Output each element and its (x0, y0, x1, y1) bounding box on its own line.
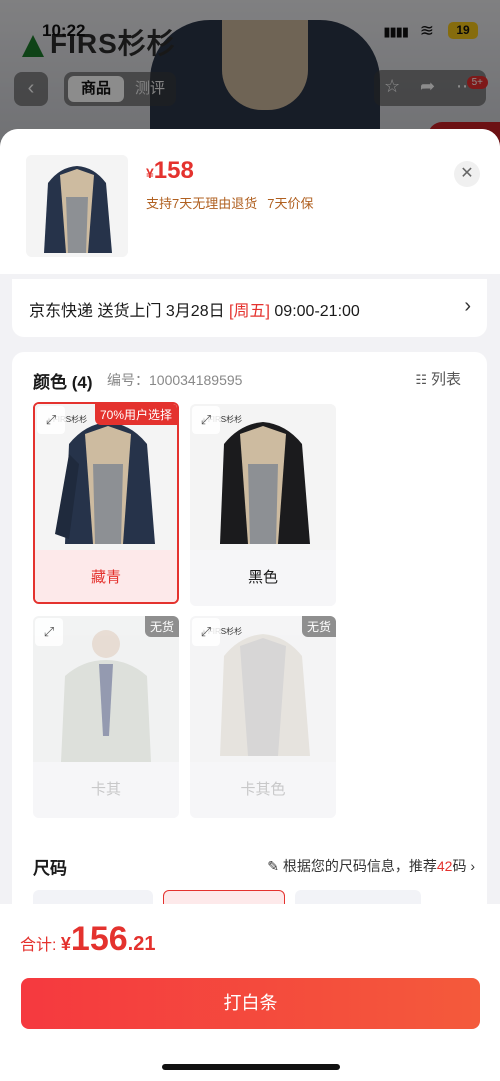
product-thumbnail[interactable] (26, 155, 128, 257)
size-recommendation[interactable]: ✎ 根据您的尺码信息，推荐42码 › (267, 856, 475, 876)
color-option-black[interactable]: ▲FIRS杉杉 ⤢ 黑色 (190, 404, 336, 606)
list-toggle-button[interactable]: ☷ 列表 (415, 368, 461, 389)
expand-icon[interactable]: ⤢ (37, 406, 65, 434)
out-of-stock-tag: 无货 (301, 616, 336, 637)
item-number: 编号：100034189595 (107, 372, 243, 388)
home-indicator[interactable] (162, 1064, 340, 1070)
delivery-row[interactable]: 京东快递 送货上门 3月28日 [周五] 09:00-21:00 › (12, 279, 487, 337)
popular-tag: 70%用户选择 (94, 404, 177, 425)
ruler-icon: ✎ (267, 858, 279, 874)
color-option-navy[interactable]: ▲FIRS杉杉 ⤢ 70%用户选择 藏青 (33, 402, 179, 604)
color-title: 颜色 (4) (33, 373, 93, 392)
expand-icon[interactable]: ⤢ (35, 618, 63, 646)
color-option-khaki-color[interactable]: ▲FIRS杉杉 ⤢ 无货 卡其色 (190, 616, 336, 818)
expand-icon[interactable]: ⤢ (192, 406, 220, 434)
chevron-right-icon: › (464, 295, 471, 317)
size-title: 尺码 (33, 859, 67, 878)
expand-icon[interactable]: ⤢ (192, 618, 220, 646)
color-label: 卡其 (33, 762, 179, 818)
color-label: 藏青 (35, 550, 177, 602)
service-promises: 支持7天无理由退货 7天价保 (146, 196, 314, 211)
out-of-stock-tag: 无货 (144, 616, 179, 637)
total-price: 合计: ¥156.21 (20, 920, 156, 958)
color-label: 黑色 (190, 550, 336, 606)
close-icon: ✕ (460, 165, 474, 182)
chevron-right-icon: › (470, 858, 475, 874)
checkout-bar: 合计: ¥156.21 打白条 (0, 904, 500, 1081)
sku-price: ¥158 (146, 157, 194, 184)
delivery-text: 京东快递 送货上门 3月28日 [周五] 09:00-21:00 (29, 303, 360, 320)
color-label: 卡其色 (190, 762, 336, 818)
list-icon: ☷ (415, 372, 427, 387)
close-button[interactable]: ✕ (454, 161, 480, 187)
sheet-header: ¥158 支持7天无理由退货 7天价保 ✕ (0, 129, 500, 274)
buy-button[interactable]: 打白条 (21, 978, 480, 1029)
color-option-khaki[interactable]: ⤢ 无货 卡其 (33, 616, 179, 818)
